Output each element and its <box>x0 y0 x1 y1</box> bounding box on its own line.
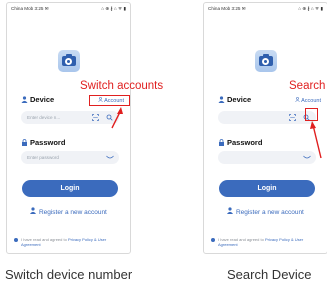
right-arrow-icon <box>310 121 322 159</box>
left-caption: Switch device number <box>5 267 133 282</box>
right-caption: Search Device <box>227 267 312 282</box>
